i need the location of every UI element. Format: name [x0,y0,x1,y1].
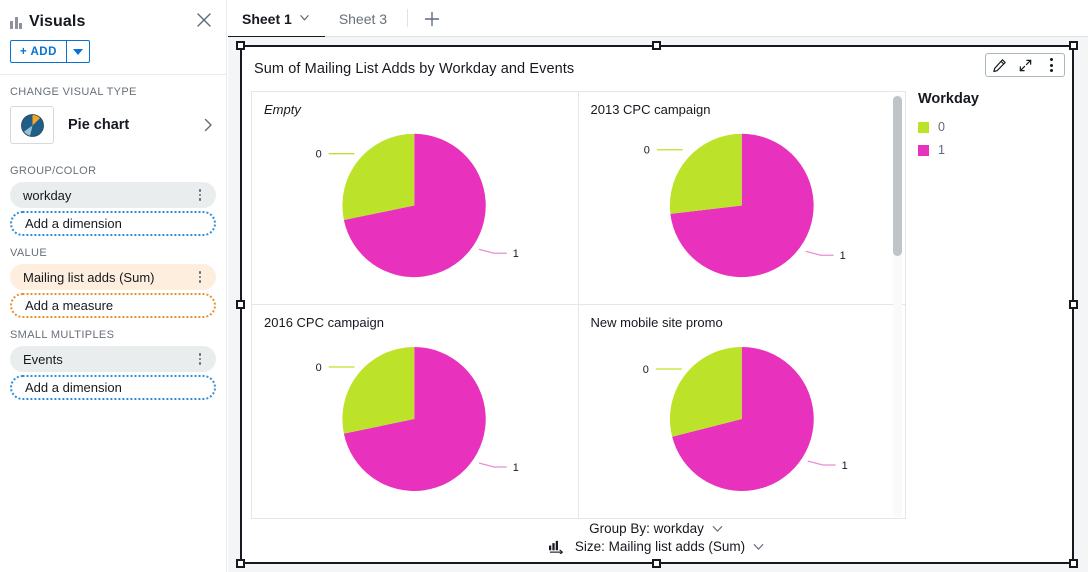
change-visual-type-row[interactable]: Pie chart [0,103,226,154]
caret-down-icon [72,48,83,55]
kebab-menu-icon [1049,58,1053,72]
resize-handle-top-right[interactable] [1069,41,1078,50]
chevron-down-icon[interactable] [751,539,766,554]
chevron-down-icon[interactable] [710,521,725,536]
add-dimension-group-color[interactable]: Add a dimension [10,211,216,236]
tab-label: Sheet 1 [242,10,292,27]
svg-text:1: 1 [839,250,845,262]
visuals-panel-title: Visuals [29,13,86,30]
resize-handle-bottom-right[interactable] [1069,559,1078,568]
resize-handle-middle-right[interactable] [1069,299,1078,309]
field-well-item-label: Mailing list adds (Sum) [23,269,155,285]
kebab-menu-icon[interactable] [194,353,207,365]
visual-menu-button[interactable] [1038,54,1064,76]
small-multiple-panel[interactable]: New mobile site promo 0 1 [579,305,906,518]
field-well-item-mailing-list-adds[interactable]: Mailing list adds (Sum) [10,264,216,290]
resize-handle-top-center[interactable] [652,41,661,50]
pie-chart: 0 1 [642,346,847,491]
small-multiple-panel[interactable]: Empty 0 1 [252,92,579,305]
legend-item-1[interactable]: 1 [918,143,1063,157]
group-color-label: GROUP/COLOR [10,165,97,177]
legend-swatch [918,144,929,156]
kebab-menu-icon[interactable] [194,271,207,283]
chevron-right-icon[interactable] [200,117,216,133]
svg-text:1: 1 [513,462,519,474]
tab-sheet-1[interactable]: Sheet 1 [228,0,325,38]
visual-toolbar [985,53,1065,77]
add-dimension-small-multiples[interactable]: Add a dimension [10,375,216,400]
legend-swatch [918,121,929,133]
legend-label: 1 [938,143,945,157]
small-multiple-panel[interactable]: 2016 CPC campaign 0 1 [252,305,579,518]
add-measure-value[interactable]: Add a measure [10,293,216,318]
pie-chart: 0 1 [643,133,845,278]
bar-chart-icon [10,16,22,29]
visuals-panel-header: Visuals [0,0,226,34]
sheet-canvas: Sum of Mailing List Adds by Workday and … [228,37,1088,572]
legend-label: 0 [938,120,945,134]
small-multiples-label: SMALL MULTIPLES [10,329,115,341]
close-icon[interactable] [194,10,214,30]
small-multiples-scrollbar[interactable] [893,96,902,256]
kebab-menu-icon[interactable] [194,189,207,201]
edit-visual-button[interactable] [986,54,1012,76]
group-by-label: Group By: workday [589,521,704,536]
svg-text:1: 1 [513,248,519,260]
sheet-tab-bar: Sheet 1 Sheet 3 [228,0,1088,38]
group-by-control[interactable]: Group By: workday [242,521,1072,536]
size-control[interactable]: Size: Mailing list adds (Sum) [242,539,1072,554]
pie-chart: 0 1 [316,133,519,278]
field-well-item-label: Events [23,351,63,367]
visual-container[interactable]: Sum of Mailing List Adds by Workday and … [236,41,1078,568]
tab-label: Sheet 3 [338,10,388,27]
svg-text:0: 0 [643,145,649,157]
visual-title: Sum of Mailing List Adds by Workday and … [254,61,575,77]
small-multiple-panel[interactable]: 2013 CPC campaign 0 1 [578,92,905,305]
add-visual-dropdown-button[interactable] [65,40,90,63]
legend-item-0[interactable]: 0 [918,120,1063,134]
field-well-item-label: workday [23,187,72,203]
maximize-visual-button[interactable] [1012,54,1038,76]
change-visual-type-label: CHANGE VISUAL TYPE [10,86,137,98]
visuals-panel: Visuals + ADD CHANGE VISUAL TYPE Pie cha… [0,0,227,572]
chevron-down-icon[interactable] [298,11,311,27]
svg-text:0: 0 [642,364,648,376]
add-visual-button[interactable]: + ADD [10,40,66,63]
legend: Workday 0 1 [918,91,1063,166]
divider [407,9,409,27]
visual-footer-controls: Group By: workday Size: Mailing list add… [242,518,1072,554]
pie-chart-icon [10,106,54,144]
resize-handle-bottom-left[interactable] [236,559,245,568]
svg-text:0: 0 [316,362,322,374]
quicksight-analysis-screen: Visuals + ADD CHANGE VISUAL TYPE Pie cha… [0,0,1088,572]
pie-chart: 0 1 [316,346,519,491]
plus-icon[interactable] [414,0,450,37]
small-multiples-area: Empty 0 1 2013 CPC campaign 0 1 2016 CPC… [251,91,906,519]
tab-sheet-3[interactable]: Sheet 3 [325,0,401,37]
resize-handle-top-left[interactable] [236,41,245,50]
svg-text:1: 1 [841,460,847,472]
size-measure-icon [548,539,565,554]
legend-title: Workday [918,91,979,107]
size-label: Size: Mailing list adds (Sum) [574,539,746,554]
svg-text:0: 0 [316,149,322,161]
value-label: VALUE [10,247,48,259]
add-visual-row: + ADD [0,34,226,63]
field-well-item-events[interactable]: Events [10,346,216,372]
small-multiples-grid: Empty 0 1 2013 CPC campaign 0 1 2016 CPC… [252,92,905,518]
field-well-item-workday[interactable]: workday [10,182,216,208]
resize-handle-bottom-center[interactable] [652,559,661,568]
visual-type-name: Pie chart [68,117,130,133]
resize-handle-middle-left[interactable] [236,299,245,309]
